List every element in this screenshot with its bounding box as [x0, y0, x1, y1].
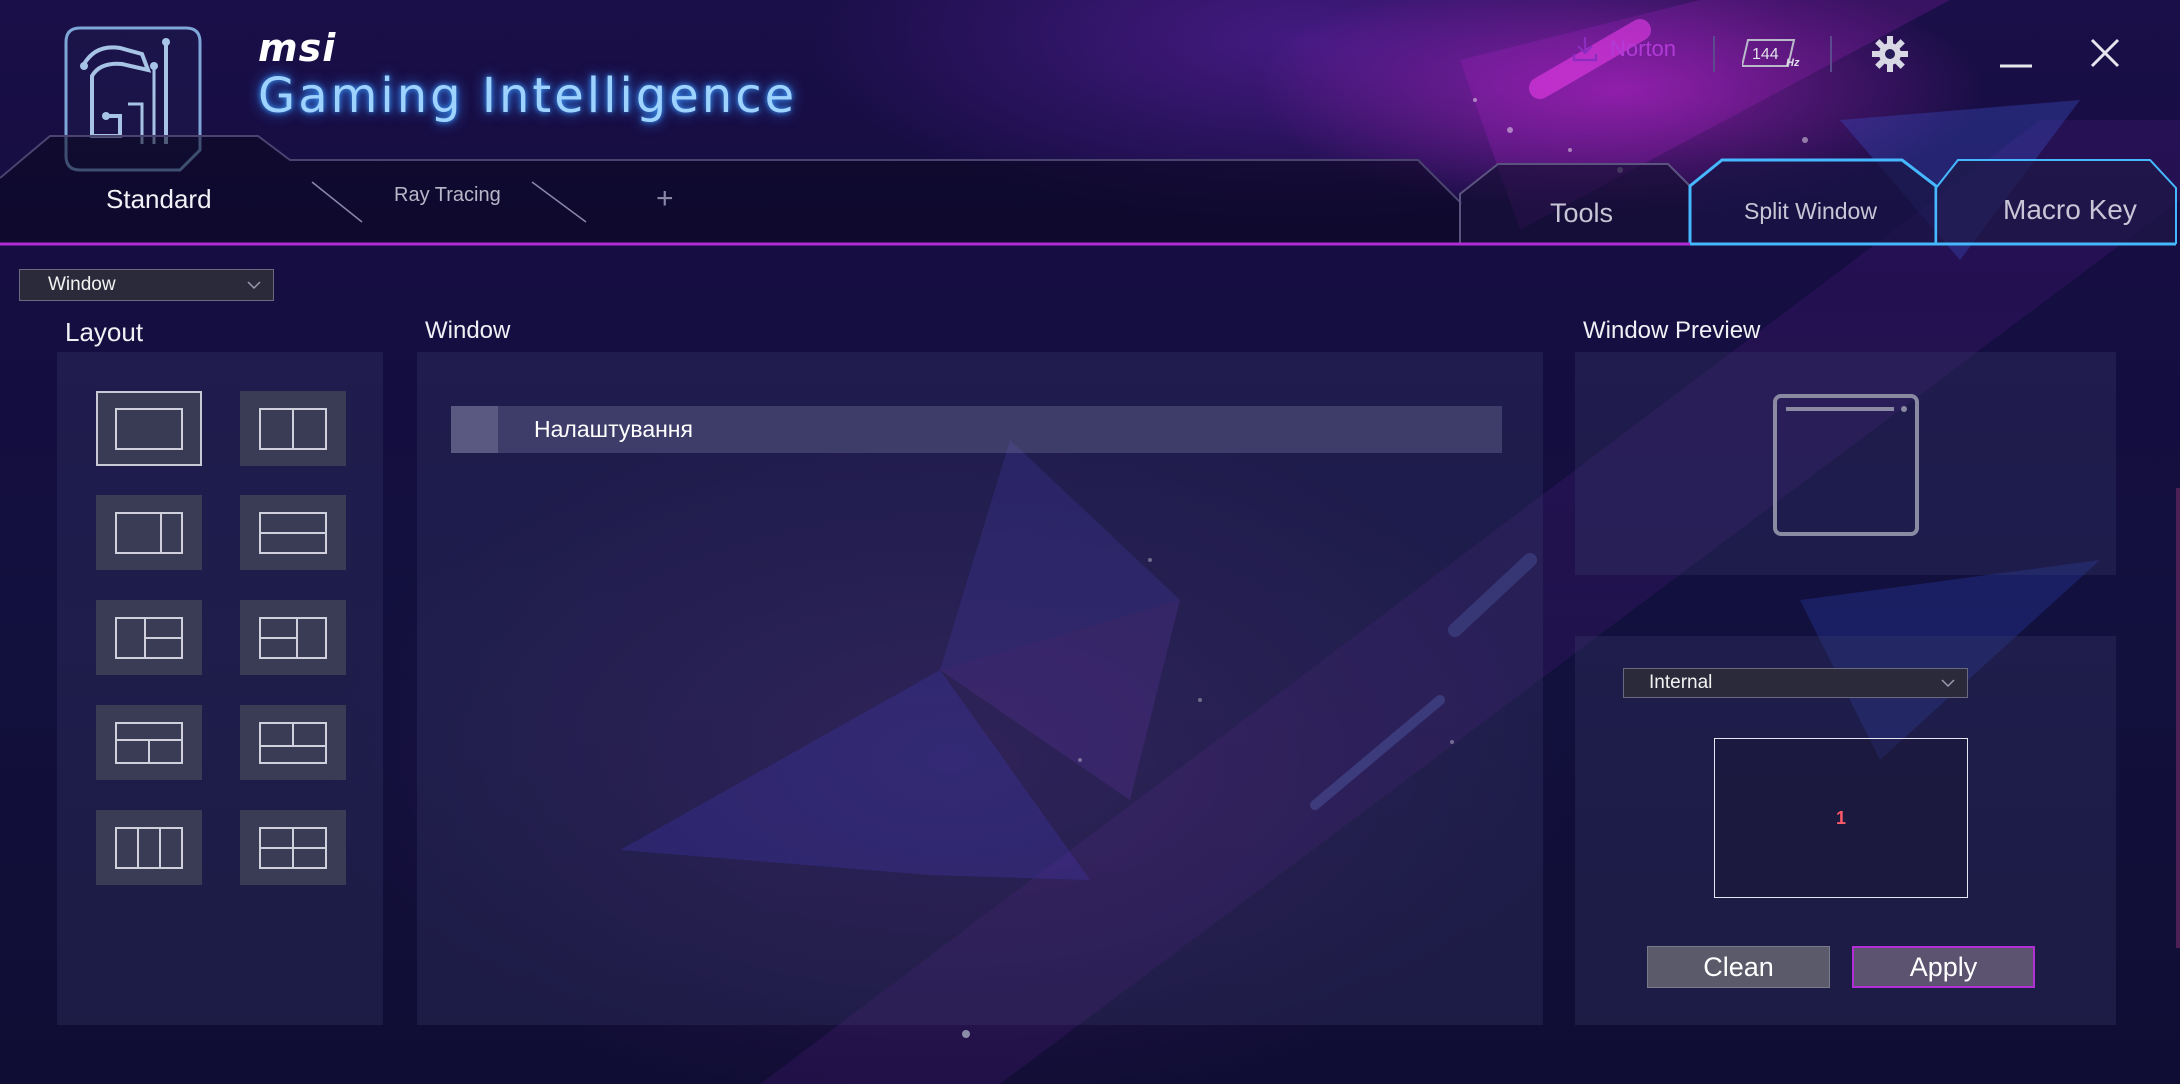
window-list-item[interactable]: Налаштування — [451, 406, 1502, 453]
close-icon[interactable] — [2088, 36, 2122, 70]
layout-single-icon — [115, 407, 183, 450]
tab-split-window[interactable]: Split Window — [1744, 198, 1877, 225]
layout-title: Layout — [65, 317, 144, 347]
monitor-select-value: Internal — [1649, 672, 1713, 693]
page-indicator-dot[interactable] — [962, 1030, 970, 1038]
window-item-label: Налаштування — [534, 416, 693, 442]
brand: msi Gaming Intelligence — [258, 28, 797, 124]
tab-tools[interactable]: Tools — [1550, 198, 1613, 229]
layout-left-wide-button[interactable] — [96, 495, 202, 570]
layout-top-split-bottom-full-button[interactable] — [240, 705, 346, 780]
zone-number: 1 — [1835, 807, 1846, 828]
layout-left-split-right-full-button[interactable] — [240, 600, 346, 675]
layout-two-rows-icon — [259, 511, 327, 554]
monitor-zone-map[interactable]: 1 — [1714, 738, 1968, 898]
clean-button[interactable]: Clean — [1647, 946, 1830, 988]
refresh-rate-icon[interactable]: 144 Hz — [1742, 38, 1804, 70]
app-title: Gaming Intelligence — [258, 68, 798, 124]
mode-select-value: Window — [48, 274, 116, 295]
window-preview-title: Window Preview — [1583, 317, 1761, 344]
norton-label: Norton — [1610, 36, 1677, 61]
header-divider — [1713, 36, 1715, 72]
brand-msi: msi — [258, 26, 337, 70]
tab-macro-key[interactable]: Macro Key — [2003, 194, 2137, 226]
layout-three-columns-icon — [115, 826, 183, 869]
gear-icon[interactable] — [1870, 34, 1910, 74]
tab-ray-tracing[interactable]: Ray Tracing — [394, 184, 501, 207]
layout-top-split-bottom-full-icon — [259, 721, 327, 764]
layout-three-columns-button[interactable] — [96, 810, 202, 885]
side-edge-strip — [2176, 488, 2180, 948]
tab-standard[interactable]: Standard — [106, 184, 212, 215]
layout-four-grid-button[interactable] — [240, 810, 346, 885]
apply-button[interactable]: Apply — [1852, 946, 2035, 988]
mode-select[interactable]: Window — [19, 269, 274, 301]
layout-two-rows-button[interactable] — [240, 495, 346, 570]
layout-left-full-right-split-button[interactable] — [96, 600, 202, 675]
window-preview-icon — [1773, 394, 1919, 536]
layout-four-grid-icon — [259, 826, 327, 869]
refresh-rate-value: 144 — [1752, 46, 1779, 63]
layout-two-columns-icon — [259, 407, 327, 450]
layout-left-full-right-split-icon — [115, 616, 183, 659]
layout-top-full-bottom-split-icon — [115, 721, 183, 764]
layout-top-full-bottom-split-button[interactable] — [96, 705, 202, 780]
layout-two-columns-button[interactable] — [240, 391, 346, 466]
layout-left-wide-icon — [115, 511, 183, 554]
layout-single-button[interactable] — [96, 391, 202, 466]
chevron-down-icon — [247, 280, 261, 289]
add-profile-button[interactable]: + — [656, 184, 674, 214]
chevron-down-icon — [1941, 678, 1955, 687]
window-title: Window — [425, 317, 511, 344]
layout-left-split-right-full-icon — [259, 616, 327, 659]
tab-bar — [0, 135, 2177, 246]
minimize-icon[interactable] — [1998, 38, 2034, 74]
header-divider — [1830, 36, 1832, 72]
window-item-checkbox[interactable] — [451, 406, 498, 453]
download-icon — [1572, 37, 1598, 62]
refresh-rate-unit: Hz — [1786, 57, 1800, 69]
monitor-select[interactable]: Internal — [1623, 668, 1968, 698]
norton-button[interactable]: Norton — [1570, 34, 1676, 64]
